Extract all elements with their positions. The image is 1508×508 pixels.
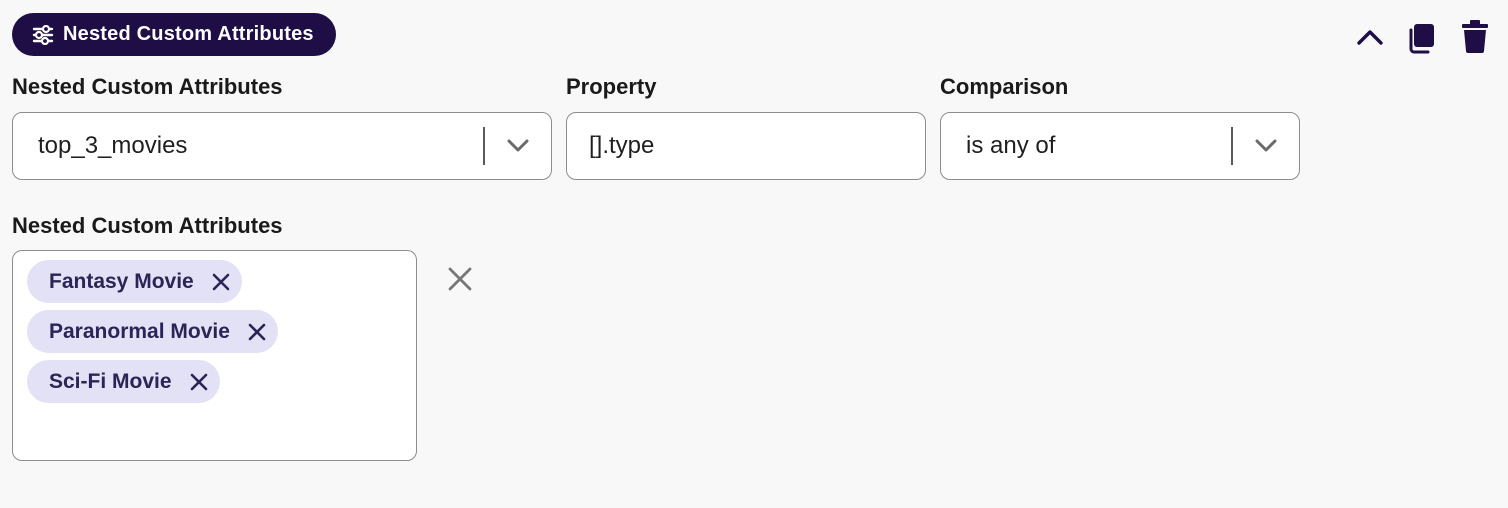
sliders-icon	[32, 24, 54, 45]
value-chip: Fantasy Movie	[27, 260, 242, 303]
chip-label: Fantasy Movie	[49, 269, 194, 293]
value-chip: Sci-Fi Movie	[27, 360, 220, 403]
dropdown-toggle[interactable]	[1233, 113, 1299, 179]
nested-attribute-value: top_3_movies	[38, 132, 188, 159]
comparison-label: Comparison	[940, 74, 1069, 99]
close-icon	[212, 273, 230, 290]
values-label: Nested Custom Attributes	[12, 213, 283, 238]
chip-label: Paranormal Movie	[49, 319, 230, 343]
chip-remove-button[interactable]	[248, 323, 266, 341]
comparison-select[interactable]: is any of	[940, 112, 1300, 180]
value-chip: Paranormal Movie	[27, 310, 278, 353]
filter-block: Nested Custom Attributes Nested Custom A…	[0, 0, 1508, 508]
copy-icon[interactable]	[1407, 22, 1437, 54]
nested-attribute-select[interactable]: top_3_movies	[12, 112, 552, 180]
dropdown-toggle[interactable]	[485, 113, 551, 179]
chip-remove-button[interactable]	[212, 273, 230, 291]
values-multiselect[interactable]: Fantasy Movie Paranormal Movie Sci-Fi Mo…	[12, 250, 417, 461]
close-icon	[190, 373, 207, 390]
clear-values-icon[interactable]	[447, 266, 473, 292]
chevron-down-icon	[507, 139, 529, 152]
trash-icon[interactable]	[1461, 20, 1489, 54]
comparison-value: is any of	[966, 132, 1056, 159]
property-input[interactable]: [].type	[566, 112, 926, 180]
filter-type-badge: Nested Custom Attributes	[12, 13, 336, 56]
close-icon	[248, 323, 266, 340]
chip-label: Sci-Fi Movie	[49, 369, 172, 393]
property-input-value: [].type	[589, 132, 655, 159]
chip-remove-button[interactable]	[190, 373, 208, 391]
chevron-down-icon	[1255, 139, 1277, 152]
chevron-up-icon[interactable]	[1356, 27, 1384, 47]
filter-type-label: Nested Custom Attributes	[63, 23, 314, 45]
property-label: Property	[566, 74, 657, 99]
nested-attribute-label: Nested Custom Attributes	[12, 74, 283, 99]
